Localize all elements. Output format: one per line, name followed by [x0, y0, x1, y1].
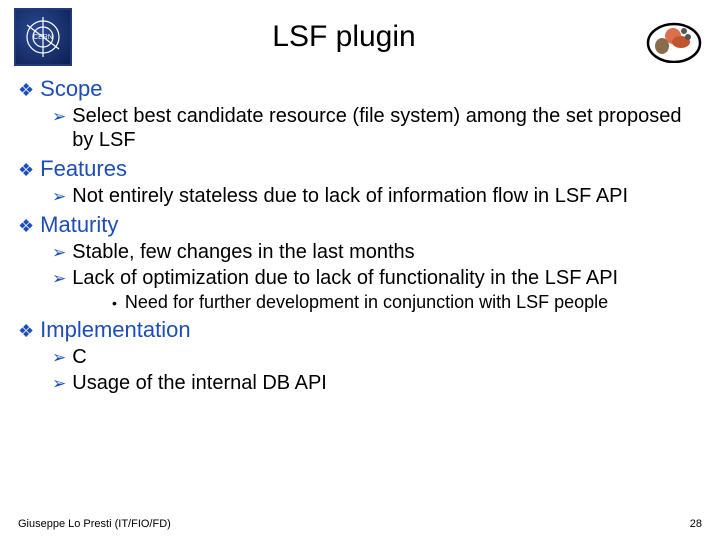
section-heading: ❖ Features — [18, 156, 702, 182]
diamond-bullet-icon: ❖ — [18, 322, 34, 340]
section-list: ➢ Select best candidate resource (file sy… — [52, 104, 702, 152]
section-heading: ❖ Implementation — [18, 317, 702, 343]
diamond-bullet-icon: ❖ — [18, 81, 34, 99]
slide-content: ❖ Scope ➢ Select best candidate resource (f… — [0, 66, 720, 395]
section-heading-text: Implementation — [40, 317, 190, 343]
list-item-text: Select best candidate resource (file sys… — [72, 104, 702, 152]
section-heading-text: Scope — [40, 76, 102, 102]
diamond-bullet-icon: ❖ — [18, 217, 34, 235]
list-item: ➢C — [52, 345, 702, 369]
sub-list-item: • Need for further development in conjunc… — [112, 292, 702, 313]
arrow-bullet-icon: ➢ — [52, 269, 66, 289]
list-item: ➢ Select best candidate resource (file sy… — [52, 104, 702, 152]
arrow-bullet-icon: ➢ — [52, 187, 66, 207]
decorative-icon — [646, 11, 706, 63]
slide-title: LSF plugin — [42, 20, 646, 54]
list-item: ➢ Usage of the internal DB API — [52, 371, 702, 395]
section-list: ➢ Not entirely stateless due to lack of i… — [52, 184, 702, 208]
castor-icon — [646, 11, 706, 63]
arrow-bullet-icon: ➢ — [52, 348, 66, 368]
section-list: ➢C➢Usage of the internal DB API — [52, 345, 702, 395]
section-heading: ❖ Scope — [18, 76, 702, 102]
list-item-text: C — [72, 345, 86, 369]
list-item-text: Stable, few changes in the last months — [72, 240, 414, 264]
list-item: ➢ Not entirely stateless due to lack of i… — [52, 184, 702, 208]
diamond-bullet-icon: ❖ — [18, 161, 34, 179]
dot-bullet-icon: • — [112, 295, 117, 311]
section-list: ➢Stable, few changes in the last months➢… — [52, 240, 702, 313]
arrow-bullet-icon: ➢ — [52, 107, 66, 127]
list-item-text: Usage of the internal DB API — [72, 371, 327, 395]
section-heading-text: Maturity — [40, 212, 118, 238]
arrow-bullet-icon: ➢ — [52, 243, 66, 263]
footer-author: Giuseppe Lo Presti (IT/FIO/FD) — [18, 518, 171, 530]
slide-header: CERN LSF plugin — [0, 0, 720, 66]
list-item-text: Lack of optimization due to lack of func… — [72, 266, 618, 290]
sub-list: • Need for further development in conjunc… — [112, 292, 702, 313]
sub-list-item-text: Need for further development in conjunct… — [125, 292, 608, 313]
slide-footer: Giuseppe Lo Presti (IT/FIO/FD) 28 — [18, 518, 702, 530]
section-heading-text: Features — [40, 156, 127, 182]
arrow-bullet-icon: ➢ — [52, 374, 66, 394]
list-item-text: Not entirely stateless due to lack of in… — [72, 184, 628, 208]
footer-page-number: 28 — [690, 518, 702, 530]
section-heading: ❖ Maturity — [18, 212, 702, 238]
list-item: ➢ Lack of optimization due to lack of fun… — [52, 266, 702, 290]
list-item: ➢ Stable, few changes in the last months — [52, 240, 702, 264]
